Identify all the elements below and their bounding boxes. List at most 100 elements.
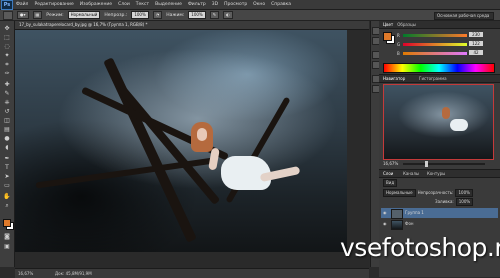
canvas-image[interactable] [15,30,347,252]
pressure-opacity-toggle[interactable]: ◔ [152,11,163,19]
tree-branch [103,57,197,243]
color-spectrum-ramp[interactable] [383,63,495,73]
green-slider-label: G [397,42,401,47]
tab-color[interactable]: Цвет [383,22,393,27]
move-tool-icon[interactable]: ✥ [3,25,11,32]
layer-fill-field[interactable]: 100% [455,197,474,206]
photoshop-logo: Ps [1,0,13,10]
document-tab[interactable]: 17_by_sulakatraperelocard_by.jpg @ 16,7%… [15,21,369,30]
menu-edit[interactable]: Редактирование [34,2,73,7]
navigator-zoom-slider[interactable] [403,161,485,167]
menu-window[interactable]: Окно [253,2,265,7]
red-slider[interactable]: R 230 [397,32,487,38]
red-value-field[interactable]: 230 [469,32,483,37]
hand-tool-icon[interactable]: ✋ [3,193,11,200]
history-brush-tool-icon[interactable]: ↺ [3,108,11,115]
tab-channels[interactable]: Каналы [403,171,419,176]
navigator-zoom-value[interactable]: 16,67% [383,161,398,166]
red-slider-label: R [397,33,400,38]
navigator-zoom-knob[interactable] [425,161,428,167]
blue-value-field[interactable]: 42 [469,50,483,55]
layers-blend-row: Нормальные Непрозрачность: 100% [383,188,496,197]
dodge-tool-icon[interactable]: ◖ [3,144,11,151]
shape-tool-icon[interactable]: ▭ [3,182,11,189]
layer-blend-mode-select[interactable]: Нормальные [383,188,416,197]
foreground-color-swatch[interactable] [3,219,11,227]
tab-layers[interactable]: Слои [383,171,393,176]
menu-filter[interactable]: Фильтр [188,2,206,7]
eyedropper-tool-icon[interactable]: ✑ [3,70,11,77]
site-watermark: vsefotoshop.ru [340,233,500,262]
layer-filter-select[interactable]: Вид [383,178,398,187]
tab-navigator[interactable]: Навигатор [383,76,405,81]
pressure-size-toggle[interactable]: ◐ [223,11,233,19]
eye-icon[interactable]: ◉ [383,221,388,226]
clone-stamp-tool-icon[interactable]: ⎈ [3,99,11,106]
layer-row[interactable]: ◉ Группа 1 [381,208,498,219]
layer-thumbnail [391,220,403,230]
healing-brush-tool-icon[interactable]: ✚ [3,81,11,88]
green-slider-track[interactable] [403,43,467,46]
airbrush-toggle[interactable]: ✎ [209,11,220,19]
green-value-field[interactable]: 122 [469,41,483,46]
marquee-tool-icon[interactable]: ⬚ [3,34,11,41]
layer-opacity-field[interactable]: 100% [455,188,473,197]
zoom-tool-icon[interactable]: ⌕ [3,202,11,209]
color-panel-tabs: Цвет Образцы [379,21,500,29]
layers-filter-row: Вид [383,178,496,187]
blue-slider-label: B [397,51,400,56]
layers-panel-tabs: Слои Каналы Контуры [379,169,500,178]
lasso-tool-icon[interactable]: ◌ [3,43,11,50]
workspace-switcher[interactable]: Основная рабочая среда [434,12,494,20]
layer-row[interactable]: ◉ Фон [381,219,498,230]
blue-slider-track[interactable] [403,52,467,55]
options-bar: ●▾ ▦ Режим: Нормальный Непрозр.: 100% ◔ … [0,10,500,21]
menu-select[interactable]: Выделение [155,2,182,7]
blur-tool-icon[interactable]: ● [3,135,11,142]
layer-fill-label: Заливка: [435,199,454,204]
menu-layers[interactable]: Слои [118,2,130,7]
subject-face [197,128,207,141]
green-slider[interactable]: G 122 [397,41,487,47]
quick-select-tool-icon[interactable]: ✦ [3,52,11,59]
mode-select[interactable]: Нормальный [67,11,101,19]
eye-icon[interactable]: ◉ [383,210,388,215]
preview-subject-dress [450,119,468,131]
tools-panel: ✥ ⬚ ◌ ✦ ⌗ ✑ ✚ ✎ ⎈ ↺ ◫ ▤ ● ◖ ✒ T ➤ ▭ ✋ ⌕ … [0,21,15,267]
quick-mask-icon[interactable]: ◙ [3,233,11,240]
brush-panel-toggle[interactable]: ▦ [32,11,43,19]
layers-fill-row: Заливка: 100% [383,197,496,206]
navigator-preview[interactable] [383,84,494,160]
blue-slider[interactable]: B 42 [397,50,487,56]
opacity-label: Непрозр.: [104,12,128,18]
layer-thumbnail [391,209,403,219]
menu-type[interactable]: Текст [136,2,149,7]
pen-tool-icon[interactable]: ✒ [3,155,11,162]
flow-field[interactable]: 100% [188,11,206,19]
brush-size-picker[interactable]: ●▾ [17,11,29,19]
eraser-tool-icon[interactable]: ◫ [3,117,11,124]
path-select-tool-icon[interactable]: ➤ [3,173,11,180]
menu-image[interactable]: Изображение [80,2,112,7]
tab-histogram[interactable]: Гистограмма [419,76,447,81]
layer-name[interactable]: Группа 1 [405,208,424,218]
red-slider-track[interactable] [403,34,467,37]
preview-subject-hair [442,107,450,119]
tab-paths[interactable]: Контуры [427,171,445,176]
menu-help[interactable]: Справка [271,2,291,7]
crop-tool-icon[interactable]: ⌗ [3,61,11,68]
brush-tool-icon[interactable]: ✎ [3,90,11,97]
menu-bar: Ps Файл Редактирование Изображение Слои … [0,0,500,10]
layer-name[interactable]: Фон [405,219,414,229]
gradient-tool-icon[interactable]: ▤ [3,126,11,133]
screen-mode-icon[interactable]: ▣ [3,243,11,250]
color-panel-foreground[interactable] [383,32,392,41]
type-tool-icon[interactable]: T [3,164,11,171]
tab-swatches[interactable]: Образцы [397,22,416,27]
menu-view[interactable]: Просмотр [224,2,247,7]
opacity-field[interactable]: 100% [131,11,149,19]
tool-preset-picker[interactable] [3,10,13,20]
menu-3d[interactable]: 3D [212,2,218,7]
color-panel-swatches [383,32,395,44]
menu-file[interactable]: Файл [16,2,28,7]
